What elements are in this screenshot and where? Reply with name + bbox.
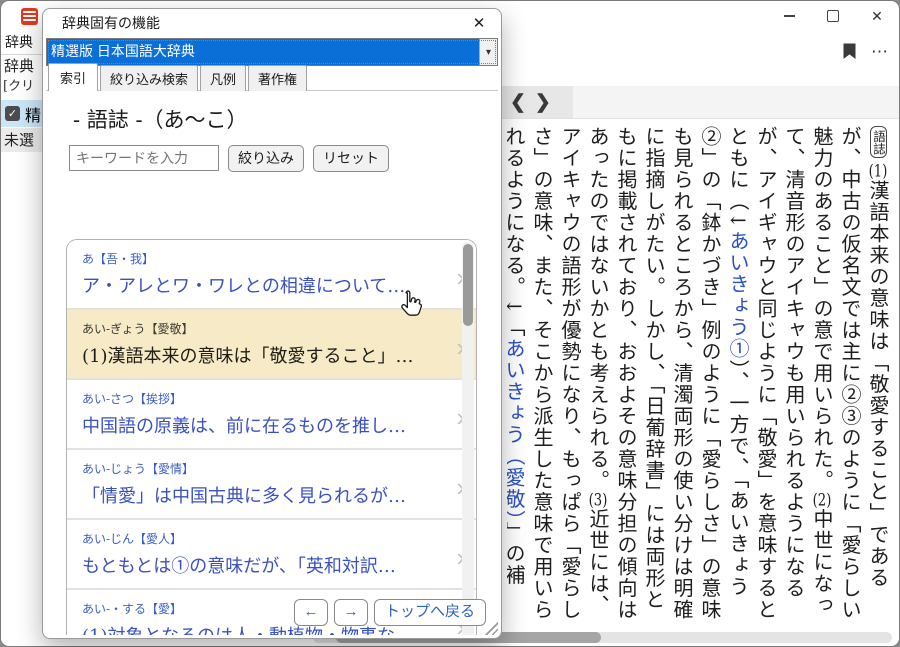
keyword-search-row: 絞り込み リセット xyxy=(69,145,498,172)
dictionary-functions-dialog: 辞典固有の機能 ✕ 精選版 日本国語大辞典 ▾ 索引 絞り込み検索 凡例 著作権… xyxy=(42,8,502,639)
article-number-1: (1) xyxy=(868,163,888,180)
entry-row-hovered[interactable]: あい‐ぎょう【愛敬】 (1)漢語本来の意味は「敬愛すること」… › xyxy=(67,310,476,380)
panel-heading: - 語誌 -（あ〜こ） xyxy=(73,104,498,134)
minimize-icon xyxy=(784,15,795,17)
entry-summary: (1)漢語本来の意味は「敬愛すること」… xyxy=(82,342,442,368)
entry-reading: あ【吾・我】 xyxy=(82,250,442,267)
entry-row[interactable]: あい‐じょう【愛情】 「情愛」は中国古典に多く見られるが… › xyxy=(67,450,476,520)
filter-button[interactable]: 絞り込み xyxy=(228,145,304,172)
left-pane-group-label: 辞典 xyxy=(1,55,45,77)
maximize-icon xyxy=(827,10,839,22)
bookmark-icon[interactable] xyxy=(842,43,857,60)
content-toolbar: ❮ ❯ xyxy=(501,86,899,119)
entry-reading: あい‐じん【愛人】 xyxy=(82,530,442,547)
index-tab-panel: - 語誌 -（あ〜こ） 絞り込み リセット あ【吾・我】 ア・アレとワ・ワレとの… xyxy=(46,91,498,635)
window-close-button[interactable]: ✕ xyxy=(855,1,899,31)
article-number-3: (3) xyxy=(588,492,608,509)
more-options-icon[interactable]: ⋯ xyxy=(871,43,889,60)
entry-summary: ア・アレとワ・ワレとの相違について… xyxy=(82,272,442,298)
page-prev-button[interactable]: ← xyxy=(294,599,328,626)
back-to-top-button[interactable]: トップへ戻る xyxy=(374,599,486,626)
next-page-icon[interactable]: ❯ xyxy=(535,93,551,112)
entry-summary: 中国語の原義は、前に在るものを推し… xyxy=(82,412,442,438)
entry-list: あ【吾・我】 ア・アレとワ・ワレとの相違について… › あい‐ぎょう【愛敬】 (… xyxy=(66,239,477,635)
left-pane-hint: [クリ xyxy=(1,77,45,97)
checkbox-checked-icon[interactable]: ✓ xyxy=(5,106,20,121)
list-scrollbar-thumb[interactable] xyxy=(463,244,473,326)
tab-index[interactable]: 索引 xyxy=(48,63,98,91)
dictionary-select[interactable]: 精選版 日本国語大辞典 ▾ xyxy=(46,38,498,66)
close-icon: ✕ xyxy=(871,9,883,23)
list-pagination: ← → トップへ戻る xyxy=(294,599,486,626)
dialog-tabs: 索引 絞り込み検索 凡例 著作権 xyxy=(48,68,498,91)
entry-row[interactable]: あい‐じん【愛人】 もともとは①の意味だが、「英和対訳… › xyxy=(67,520,476,590)
entry-reading: あい‐さつ【挨拶】 xyxy=(82,390,442,407)
goshi-badge: 語誌 xyxy=(870,126,887,158)
page-nav-buttons: ❮ ❯ xyxy=(501,86,573,118)
article-number-2: (2) xyxy=(812,492,832,509)
cross-reference-link[interactable]: あいきょう（愛敬） xyxy=(507,338,526,522)
dictionary-row-label: 精 xyxy=(25,102,41,126)
content-header: ⋯ xyxy=(501,31,899,86)
prev-page-icon[interactable]: ❮ xyxy=(510,93,526,112)
content-pane: ⋯ ❮ ❯ 語誌(1)漢語本来の意味は「敬愛すること」であるが、中古の仮名文では… xyxy=(501,31,899,646)
keyword-input[interactable] xyxy=(69,145,219,171)
minimize-button[interactable] xyxy=(767,1,811,31)
entry-row[interactable]: あ【吾・我】 ア・アレとワ・ワレとの相違について… › xyxy=(67,240,476,310)
dialog-title: 辞典固有の機能 xyxy=(62,13,160,33)
maximize-button[interactable] xyxy=(811,1,855,31)
page-next-button[interactable]: → xyxy=(334,599,368,626)
caption-buttons: ✕ xyxy=(767,1,899,31)
cross-reference-link[interactable]: あいきょう① xyxy=(726,230,750,359)
dictionary-article: 語誌(1)漢語本来の意味は「敬愛すること」であるが、中古の仮名文では主に②③のよ… xyxy=(507,126,892,624)
entry-summary: もともとは①の意味だが、「英和対訳… xyxy=(82,552,442,578)
dialog-titlebar: 辞典固有の機能 ✕ xyxy=(43,9,501,36)
entry-summary: 「情愛」は中国古典に多く見られるが… xyxy=(82,482,442,508)
list-scrollbar[interactable] xyxy=(462,242,474,635)
reset-button[interactable]: リセット xyxy=(313,145,389,172)
tab-copyright[interactable]: 著作権 xyxy=(248,65,307,91)
dropdown-arrow-icon[interactable]: ▾ xyxy=(479,39,497,65)
tab-filter-search[interactable]: 絞り込み検索 xyxy=(100,65,198,91)
dialog-close-button[interactable]: ✕ xyxy=(468,13,490,33)
left-pane-partial: 辞典 辞典 [クリ ✓ 精 未選 xyxy=(1,31,45,646)
dictionary-select-value: 精選版 日本国語大辞典 xyxy=(47,39,479,65)
entry-reading: あい‐じょう【愛情】 xyxy=(82,460,442,477)
dictionary-row-selected[interactable]: ✓ 精 xyxy=(1,100,45,127)
dictionary-row-unselected[interactable]: 未選 xyxy=(1,128,45,152)
tab-legend[interactable]: 凡例 xyxy=(200,65,246,91)
entry-row[interactable]: あい‐さつ【挨拶】 中国語の原義は、前に在るものを推し… › xyxy=(67,380,476,450)
app-icon xyxy=(21,8,38,25)
menu-item-dictionary[interactable]: 辞典 xyxy=(1,31,45,55)
entry-reading: あい‐ぎょう【愛敬】 xyxy=(82,320,442,337)
